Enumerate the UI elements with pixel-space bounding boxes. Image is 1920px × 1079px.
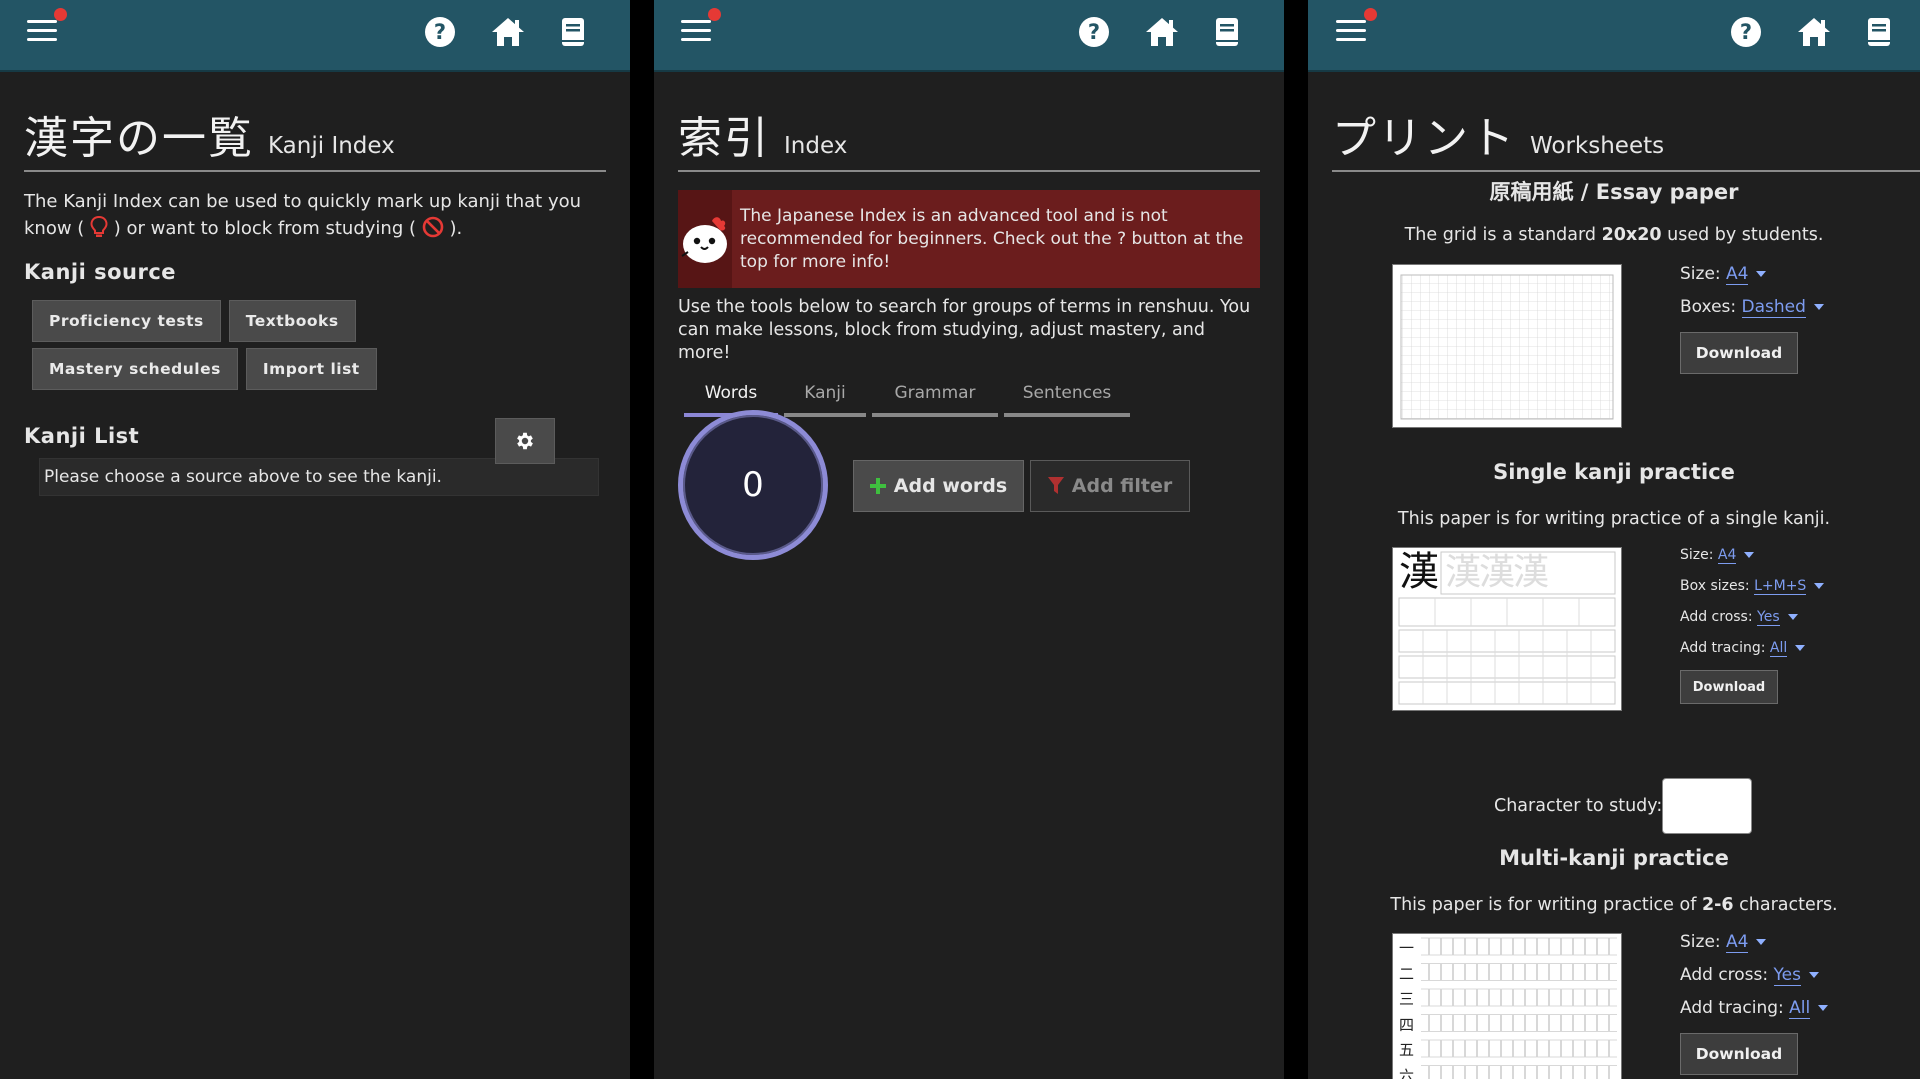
character-to-study-label: Character to study:: [1494, 796, 1663, 816]
single-kanji-description: This paper is for writing practice of a …: [1397, 509, 1831, 529]
multi-grid-image: [1421, 934, 1617, 1079]
chevron-down-icon: [1818, 1005, 1829, 1011]
hamburger-menu-icon[interactable]: [27, 20, 57, 44]
home-icon[interactable]: [1796, 16, 1832, 48]
chevron-down-icon: [1813, 304, 1824, 310]
single-kanji-title: Single kanji practice: [1493, 460, 1735, 484]
multi-kanji-description: This paper is for writing practice of 2-…: [1390, 895, 1838, 915]
block-icon: [422, 216, 444, 238]
kanji-index-panel: ? 漢字の一覧 Kanji Index The Kanji Index can …: [0, 0, 630, 1079]
app-header: ?: [654, 0, 1284, 72]
page-title-jp: 漢字の一覧: [24, 113, 254, 164]
hamburger-menu-icon[interactable]: [681, 20, 711, 44]
chevron-down-icon: [1808, 972, 1819, 978]
kanji-source-heading: Kanji source: [24, 260, 177, 284]
single-download-button[interactable]: Download: [1680, 670, 1778, 704]
essay-boxes-option[interactable]: Boxes: Dashed: [1680, 297, 1824, 318]
textbooks-button[interactable]: Textbooks: [228, 300, 356, 342]
multi-size-option[interactable]: Size: A4: [1680, 932, 1767, 953]
essay-paper-preview: [1392, 264, 1622, 428]
page-title: プリント Worksheets: [1332, 102, 1920, 172]
hamburger-menu-icon[interactable]: [1336, 20, 1366, 44]
page-title: 索引 Index: [678, 102, 1260, 172]
source-buttons: Proficiency tests Textbooks Mastery schedu…: [32, 300, 572, 396]
chevron-down-icon: [1756, 939, 1767, 945]
multi-kanji-title: Multi-kanji practice: [1499, 846, 1729, 870]
gear-icon: [517, 432, 533, 450]
multi-tracing-option[interactable]: Add tracing: All: [1680, 998, 1829, 1019]
mascot-icon: [681, 217, 727, 263]
mastery-schedules-button[interactable]: Mastery schedules: [32, 348, 238, 390]
index-panel: ? 索引 Index The Japanese Index is an adva…: [654, 0, 1284, 1079]
tab-sentences[interactable]: Sentences: [1004, 377, 1130, 417]
intro-text: The Kanji Index can be used to quickly m…: [24, 191, 582, 239]
notification-dot: [708, 8, 721, 21]
essay-size-option[interactable]: Size: A4: [1680, 264, 1767, 285]
app-header: ?: [1308, 0, 1920, 72]
help-icon[interactable]: ?: [424, 16, 456, 48]
chevron-down-icon: [1744, 552, 1755, 558]
home-icon[interactable]: [1144, 16, 1180, 48]
plus-icon: [869, 478, 886, 494]
multi-kanji-preview: 一 二 三 四 五 六: [1392, 933, 1622, 1079]
tab-kanji[interactable]: Kanji: [784, 377, 866, 417]
app-header: ?: [0, 0, 630, 72]
warning-text: The Japanese Index is an advanced tool a…: [740, 205, 1244, 272]
multi-download-button[interactable]: Download: [1680, 1033, 1798, 1075]
book-icon[interactable]: [560, 16, 586, 48]
single-tracing-option[interactable]: Add tracing: All: [1680, 640, 1806, 657]
essay-paper-description: The grid is a standard 20x20 used by stu…: [1404, 225, 1824, 245]
character-to-study-input[interactable]: [1662, 778, 1752, 834]
home-icon[interactable]: [490, 16, 526, 48]
chevron-down-icon: [1787, 614, 1798, 620]
index-description: Use the tools below to search for groups…: [678, 297, 1251, 363]
notification-dot: [1364, 8, 1377, 21]
essay-paper-title: 原稿用紙 / Essay paper: [1489, 180, 1739, 204]
single-kanji-preview: 漢 漢漢漢: [1392, 547, 1622, 711]
warning-banner: The Japanese Index is an advanced tool a…: [678, 190, 1260, 288]
multi-cross-option[interactable]: Add cross: Yes: [1680, 965, 1819, 986]
svg-text:?: ?: [434, 20, 446, 44]
page-title-jp: プリント: [1332, 113, 1516, 164]
essay-download-button[interactable]: Download: [1680, 332, 1798, 374]
help-icon[interactable]: ?: [1078, 16, 1110, 48]
svg-text:?: ?: [1740, 20, 1752, 44]
lightbulb-icon: [90, 215, 108, 237]
page-title-jp: 索引: [678, 113, 770, 164]
page-title: 漢字の一覧 Kanji Index: [24, 102, 606, 172]
book-icon[interactable]: [1214, 16, 1240, 48]
chevron-down-icon: [1814, 583, 1825, 589]
tab-grammar[interactable]: Grammar: [872, 377, 998, 417]
chevron-down-icon: [1795, 645, 1806, 651]
proficiency-tests-button[interactable]: Proficiency tests: [32, 300, 221, 342]
svg-text:?: ?: [1088, 20, 1100, 44]
page-title-en: Kanji Index: [268, 133, 395, 159]
add-words-button[interactable]: Add words: [853, 460, 1024, 512]
import-list-button[interactable]: Import list: [245, 348, 377, 390]
chevron-down-icon: [1756, 271, 1767, 277]
index-tabs: Words Kanji Grammar Sentences: [684, 377, 1260, 417]
settings-button[interactable]: [495, 418, 555, 464]
worksheets-panel: ? プリント Worksheets 原稿用紙 / Essay paper The…: [1308, 0, 1920, 1079]
essay-grid-image: [1400, 274, 1614, 420]
practice-grid-image: [1398, 551, 1616, 705]
add-filter-button[interactable]: Add filter: [1030, 460, 1190, 512]
single-cross-option[interactable]: Add cross: Yes: [1680, 609, 1798, 626]
page-title-en: Index: [784, 133, 848, 159]
notification-dot: [54, 8, 67, 21]
single-size-option[interactable]: Size: A4: [1680, 547, 1755, 564]
book-icon[interactable]: [1866, 16, 1892, 48]
word-count-circle: 0: [678, 410, 828, 560]
help-icon[interactable]: ?: [1730, 16, 1762, 48]
filter-icon: [1047, 477, 1064, 494]
single-box-sizes-option[interactable]: Box sizes: L+M+S: [1680, 578, 1825, 595]
page-title-en: Worksheets: [1530, 133, 1665, 159]
